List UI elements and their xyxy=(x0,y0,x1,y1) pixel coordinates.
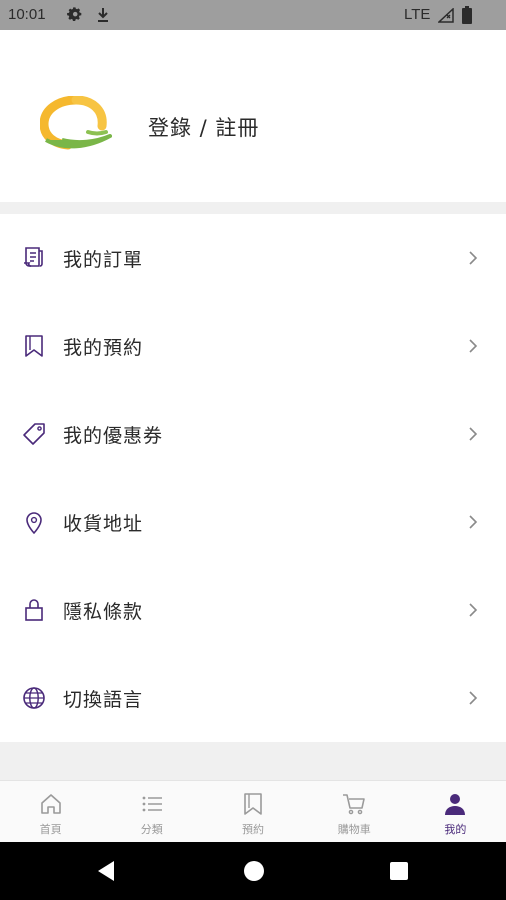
account-menu: 我的訂單 我的預約 我的優惠券 收貨地址 隱私條款 切換語言 xyxy=(0,214,506,742)
section-divider xyxy=(0,742,506,780)
home-button[interactable] xyxy=(244,861,264,881)
gear-icon xyxy=(67,7,82,22)
tab-label-mine: 我的 xyxy=(444,823,467,836)
tab-home[interactable]: 首頁 xyxy=(0,781,101,842)
menu-item-orders[interactable]: 我的訂單 xyxy=(0,214,506,302)
list-icon xyxy=(142,796,162,812)
recent-apps-button[interactable] xyxy=(390,862,408,880)
tab-label-booking: 預約 xyxy=(242,823,264,836)
globe-icon xyxy=(23,687,45,709)
menu-item-bookings[interactable]: 我的預約 xyxy=(0,302,506,390)
cart-icon xyxy=(343,794,366,815)
chevron-right-icon xyxy=(469,603,478,617)
tag-icon xyxy=(23,423,45,445)
menu-item-address[interactable]: 收貨地址 xyxy=(0,478,506,566)
tab-cart[interactable]: 購物車 xyxy=(304,781,405,842)
tab-category[interactable]: 分類 xyxy=(101,781,202,842)
bookmark-icon xyxy=(25,335,43,357)
brand-logo xyxy=(40,96,112,150)
location-pin-icon xyxy=(26,512,42,535)
tab-mine[interactable]: 我的 xyxy=(405,781,506,842)
status-bar: 10:01 LTE xyxy=(0,0,506,30)
battery-icon xyxy=(462,6,472,24)
tab-booking[interactable]: 預約 xyxy=(202,781,303,842)
download-icon xyxy=(98,8,108,22)
bookmark-icon xyxy=(244,793,262,815)
menu-label-address: 收貨地址 xyxy=(63,513,144,535)
chevron-right-icon xyxy=(469,251,478,265)
chevron-right-icon xyxy=(469,427,478,441)
system-nav-bar xyxy=(0,842,506,900)
menu-label-coupons: 我的優惠券 xyxy=(63,425,164,447)
bottom-tab-bar: 首頁 分類 預約 購物車 我的 xyxy=(0,780,506,842)
home-icon xyxy=(40,794,61,814)
section-divider xyxy=(0,202,506,214)
tab-label-home: 首頁 xyxy=(39,823,62,836)
signal-icon xyxy=(438,8,454,23)
menu-label-orders: 我的訂單 xyxy=(63,249,144,271)
network-type: LTE xyxy=(404,6,431,23)
menu-label-bookings: 我的預約 xyxy=(63,337,144,359)
chevron-right-icon xyxy=(469,691,478,705)
login-register-link[interactable]: 登錄 / 註冊 xyxy=(148,112,259,142)
menu-label-privacy: 隱私條款 xyxy=(63,601,144,623)
menu-label-language: 切換語言 xyxy=(63,689,144,711)
menu-item-privacy[interactable]: 隱私條款 xyxy=(0,566,506,654)
profile-header[interactable]: 登錄 / 註冊 xyxy=(0,30,506,202)
tab-label-category: 分類 xyxy=(140,823,163,836)
chevron-right-icon xyxy=(469,515,478,529)
status-time: 10:01 xyxy=(8,6,46,23)
back-icon[interactable] xyxy=(96,860,116,882)
person-icon xyxy=(445,794,466,815)
receipt-icon xyxy=(24,247,43,267)
tab-label-cart: 購物車 xyxy=(337,823,371,836)
lock-icon xyxy=(25,599,43,621)
menu-item-coupons[interactable]: 我的優惠券 xyxy=(0,390,506,478)
chevron-right-icon xyxy=(469,339,478,353)
menu-item-language[interactable]: 切換語言 xyxy=(0,654,506,742)
